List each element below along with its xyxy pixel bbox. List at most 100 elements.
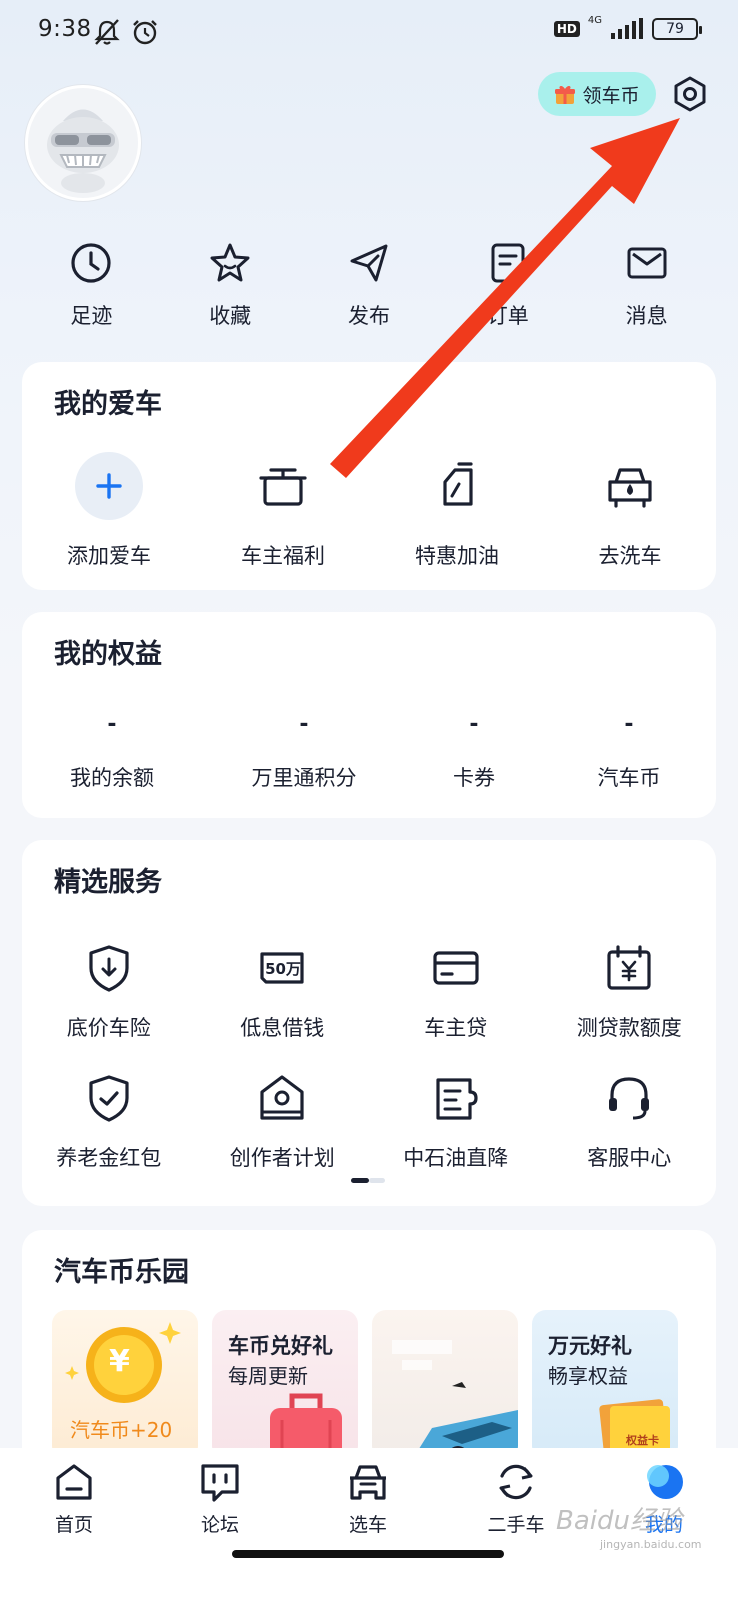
hd-badge: HD	[553, 21, 580, 37]
my-car-card: 我的爱车 添加爱车 车主福利 特惠加油 去洗车	[22, 362, 716, 590]
quick-action-label: 足迹	[70, 304, 113, 328]
nav-used-car[interactable]: 二手车	[466, 1460, 566, 1537]
home-icon	[56, 1464, 92, 1500]
home-indicator[interactable]	[232, 1550, 504, 1558]
quick-action-label: 收藏	[209, 304, 252, 328]
mascot-avatar-icon	[47, 109, 119, 193]
service-insurance[interactable]: 底价车险	[22, 942, 196, 1042]
watermark: Baidu经验	[556, 1506, 682, 1536]
quick-action-label: 发布	[347, 304, 390, 328]
loan-icon-text: 50万	[265, 960, 301, 978]
service-owner-loan[interactable]: 车主贷	[369, 942, 543, 1042]
battery-level: 79	[666, 21, 684, 37]
quick-action-footprint[interactable]: 足迹	[22, 240, 161, 350]
status-time: 9:38	[38, 16, 92, 42]
nav-forum[interactable]: 论坛	[170, 1460, 270, 1537]
coin-symbol: ¥	[109, 1344, 130, 1379]
owner-benefits-item[interactable]: 车主福利	[196, 452, 370, 570]
calendar-yuan-icon	[607, 945, 651, 990]
service-label: 车主贷	[424, 1016, 488, 1040]
car-coin-item[interactable]: - 汽车币	[542, 712, 716, 792]
add-car-label: 添加爱车	[67, 544, 151, 568]
services-row-1: 底价车险 50万 低息借钱 车主贷 测贷款额度	[22, 942, 716, 1042]
mute-bell-icon	[94, 19, 120, 45]
claim-coin-label: 领车币	[582, 84, 640, 107]
service-loan[interactable]: 50万 低息借钱	[196, 942, 370, 1042]
nav-label: 二手车	[487, 1514, 545, 1536]
settings-hexagon-icon	[674, 76, 706, 112]
alarm-icon	[133, 20, 157, 45]
coin-reward-label: 汽车币+20	[70, 1418, 173, 1442]
add-car-button[interactable]	[75, 452, 143, 520]
page-dot	[369, 1178, 385, 1183]
clock-icon	[71, 243, 111, 283]
service-label: 中石油直降	[403, 1146, 509, 1170]
quick-action-label: 消息	[625, 304, 668, 328]
service-label: 创作者计划	[229, 1146, 335, 1170]
coupons-value: -	[469, 712, 479, 737]
network-label: 4G	[587, 15, 602, 26]
service-customer-center[interactable]: 客服中心	[543, 1072, 717, 1172]
quick-action-orders[interactable]: 订单	[438, 240, 577, 350]
promo-card-coin[interactable]: ¥ 汽车币+20	[52, 1310, 198, 1460]
services-row-2: 养老金红包 创作者计划 中石油直降 客服中心	[22, 1072, 716, 1172]
car-wash-icon	[608, 468, 652, 508]
promo-card-rights[interactable]: 万元好礼 畅享权益 权益卡	[532, 1310, 678, 1460]
fuel-discount-label: 特惠加油	[415, 544, 499, 568]
promo-card-exchange[interactable]: 车币兑好礼 每周更新	[212, 1310, 358, 1460]
coin-park-title: 汽车币乐园	[54, 1257, 189, 1288]
mail-icon	[627, 247, 667, 279]
used-car-icon	[499, 1464, 533, 1500]
service-label: 低息借钱	[240, 1016, 325, 1040]
claim-coin-button[interactable]: 领车币	[538, 72, 656, 116]
suitcase-image	[270, 1393, 342, 1460]
quick-action-label: 订单	[486, 304, 529, 328]
quick-actions-row: 足迹 收藏 发布 订单 消息	[22, 240, 716, 350]
service-pension[interactable]: 养老金红包	[22, 1072, 196, 1172]
card-icon	[433, 951, 479, 985]
points-item[interactable]: - 万里通积分	[202, 712, 406, 792]
car-coin-label: 汽车币	[597, 766, 661, 790]
fuel-discount-item[interactable]: 特惠加油	[370, 452, 544, 570]
battery-indicator: 79	[652, 18, 702, 40]
gift-box-icon	[259, 468, 307, 506]
nav-car-select[interactable]: 选车	[318, 1460, 418, 1537]
points-label: 万里通积分	[251, 766, 357, 790]
my-rights-card: 我的权益 - 我的余额 - 万里通积分 - 卡券 - 汽车币	[22, 612, 716, 818]
quick-action-favorites[interactable]: 收藏	[161, 240, 300, 350]
rights-card-badge: 权益卡	[626, 1434, 659, 1447]
user-avatar[interactable]	[25, 85, 141, 201]
coupons-item[interactable]: - 卡券	[406, 712, 542, 792]
settings-button[interactable]	[668, 72, 712, 116]
nav-label: 首页	[54, 1514, 93, 1536]
order-icon	[491, 243, 525, 283]
add-car-item[interactable]: 添加爱车	[22, 452, 196, 570]
balance-label: 我的余额	[70, 766, 154, 790]
quick-action-publish[interactable]: 发布	[300, 240, 439, 350]
my-rights-grid: - 我的余额 - 万里通积分 - 卡券 - 汽车币	[22, 712, 716, 792]
creator-icon	[260, 1075, 304, 1120]
car-wash-item[interactable]: 去洗车	[544, 452, 716, 570]
shield-check-icon	[89, 1075, 129, 1122]
service-label: 底价车险	[66, 1016, 151, 1040]
loan-50w-icon: 50万	[260, 952, 304, 984]
service-label: 测贷款额度	[576, 1016, 682, 1040]
nav-home[interactable]: 首页	[24, 1460, 124, 1537]
fuel-can-icon	[443, 462, 473, 506]
sports-car-image	[392, 1340, 518, 1460]
promo-card-car-image[interactable]	[372, 1310, 518, 1460]
service-label: 客服中心	[587, 1146, 672, 1170]
service-creator[interactable]: 创作者计划	[196, 1072, 370, 1172]
signal-icon	[611, 18, 643, 39]
plus-icon	[96, 473, 122, 499]
balance-item[interactable]: - 我的余额	[22, 712, 202, 792]
status-right-group: HD 4G 79	[553, 15, 702, 40]
car-select-icon	[350, 1465, 386, 1500]
service-petrochina[interactable]: 中石油直降	[369, 1072, 543, 1172]
car-coin-value: -	[624, 712, 634, 737]
gift-icon	[555, 85, 576, 104]
balance-value: -	[107, 712, 117, 737]
quick-action-messages[interactable]: 消息	[577, 240, 716, 350]
service-loan-quota[interactable]: 测贷款额度	[543, 942, 717, 1042]
page-dot-active	[351, 1178, 369, 1183]
